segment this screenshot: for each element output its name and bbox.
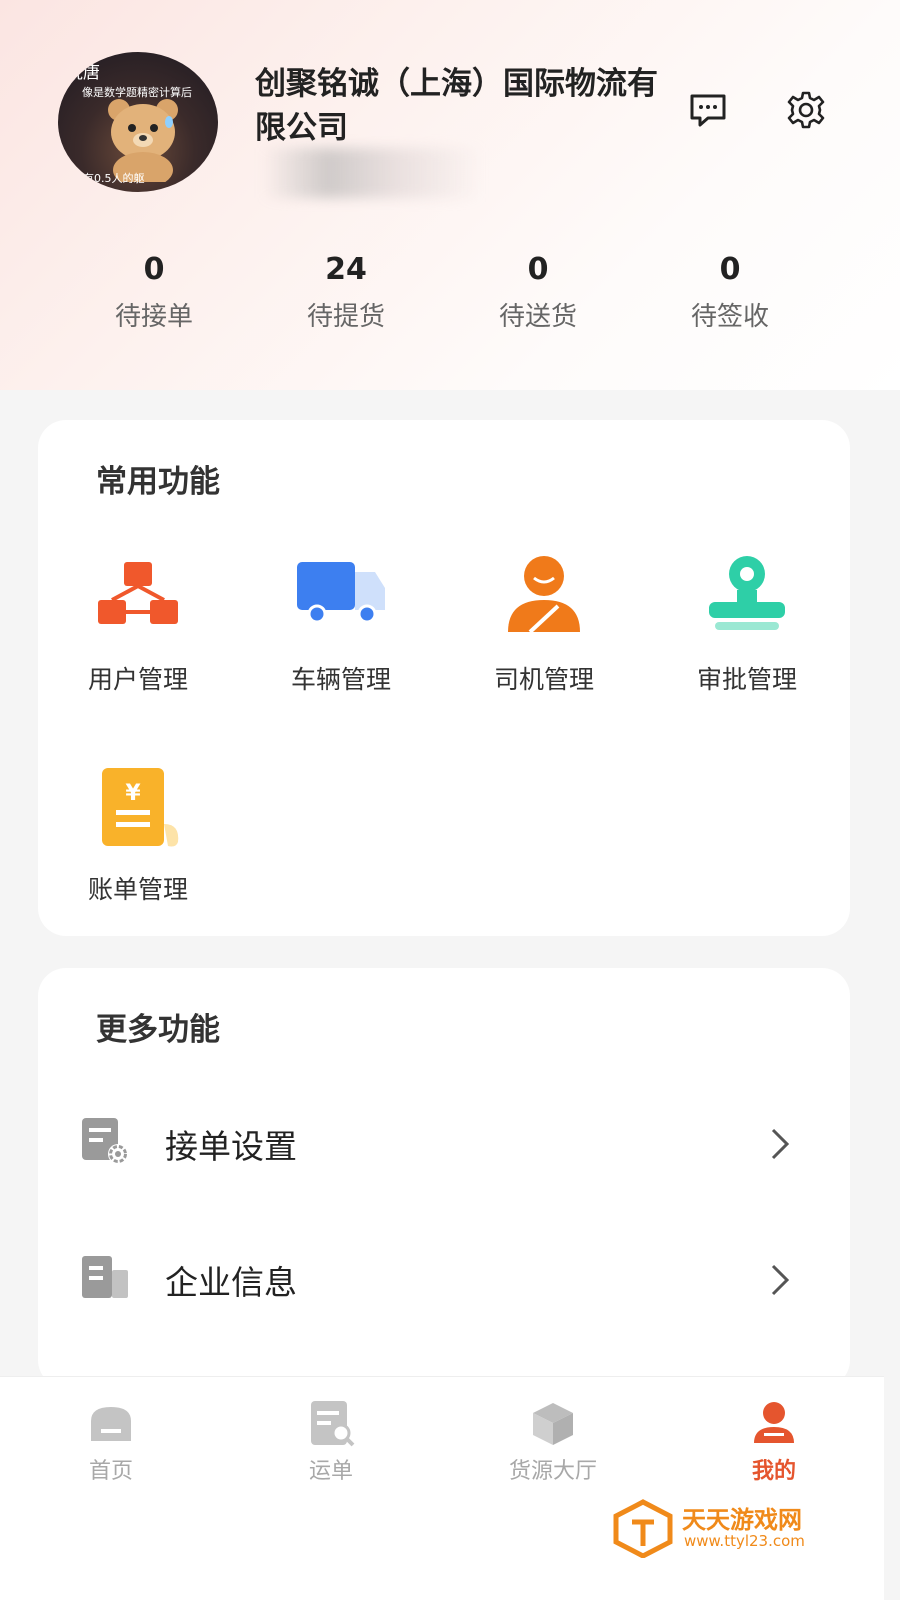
stat-pending-accept[interactable]: 0 待接单	[84, 250, 224, 333]
tab-label: 运单	[308, 1459, 353, 1484]
blurred-account-info	[262, 148, 482, 198]
stat-label: 待接单	[114, 302, 193, 332]
message-icon[interactable]	[688, 90, 728, 130]
watermark-name: 天天游戏网	[682, 1506, 802, 1534]
stat-pending-sign[interactable]: 0 待签收	[660, 250, 800, 333]
watermark-logo-icon	[613, 1499, 673, 1558]
avatar-caption-bottom: 只有0.5人的躯	[72, 172, 145, 185]
stat-label: 待签收	[690, 302, 769, 332]
chevron-right-icon	[765, 1126, 795, 1162]
svg-text:¥: ¥	[125, 781, 141, 806]
func-approval-management[interactable]: 审批管理	[662, 554, 832, 696]
settings-icon[interactable]	[786, 90, 826, 130]
tab-label: 我的	[751, 1459, 796, 1484]
avatar[interactable]: 荒唐 像是数学题精密计算后 只有0.5人的躯	[58, 52, 218, 192]
row-label: 企业信息	[165, 1263, 297, 1302]
func-label: 司机管理	[493, 665, 594, 694]
cargo-box-icon	[529, 1399, 577, 1447]
watermark-url: www.ttyl23.com	[684, 1532, 805, 1550]
func-user-management[interactable]: 用户管理	[53, 554, 223, 696]
section-title: 常用功能	[96, 464, 220, 500]
tab-label: 首页	[88, 1459, 133, 1484]
org-chart-icon	[88, 554, 188, 644]
order-stats: 0 待接单 24 待提货 0 待送货 0 待签收	[0, 250, 900, 340]
truck-icon	[291, 554, 391, 644]
stat-label: 待送货	[498, 302, 577, 332]
home-icon	[87, 1399, 135, 1447]
section-title: 更多功能	[96, 1012, 220, 1048]
bear-avatar-image	[108, 99, 178, 182]
func-bill-management[interactable]: ¥ 账单管理	[53, 764, 223, 906]
row-label: 接单设置	[165, 1127, 297, 1166]
bottom-tab-bar: 首页 运单 货源大厅 我的	[0, 1376, 884, 1600]
stat-pending-delivery[interactable]: 0 待送货	[468, 250, 608, 333]
func-label: 账单管理	[87, 875, 188, 904]
func-driver-management[interactable]: 司机管理	[459, 554, 629, 696]
avatar-caption-top: 荒唐	[66, 63, 100, 83]
tab-label: 货源大厅	[508, 1459, 597, 1484]
more-functions-card: 更多功能 接单设置 企业信息	[38, 968, 850, 1388]
stat-label: 待提货	[306, 302, 385, 332]
stat-value: 0	[719, 252, 741, 287]
row-order-settings[interactable]: 接单设置	[38, 1082, 850, 1202]
site-watermark: 天天游戏网 www.ttyl23.com	[612, 1498, 852, 1558]
func-label: 用户管理	[87, 665, 188, 694]
company-name: 创聚铭诚（上海）国际物流有限公司	[255, 66, 658, 146]
building-icon	[80, 1252, 130, 1302]
chevron-right-icon	[765, 1262, 795, 1298]
stamp-icon	[697, 554, 797, 644]
order-settings-icon	[80, 1116, 130, 1166]
driver-icon	[494, 554, 594, 644]
profile-header: 荒唐 像是数学题精密计算后 只有0.5人的躯 创聚铭诚（上海）国际物流有限公司 …	[0, 0, 900, 390]
stat-pending-pickup[interactable]: 24 待提货	[276, 250, 416, 333]
tab-mine[interactable]: 我的	[714, 1399, 834, 1485]
func-label: 审批管理	[696, 665, 797, 694]
stat-value: 0	[143, 252, 165, 287]
func-label: 车辆管理	[290, 665, 391, 694]
stat-value: 24	[325, 252, 367, 287]
waybill-search-icon	[307, 1399, 355, 1447]
common-functions-card: 常用功能 用户管理 车辆管理 司机管理 审批管理 ¥ 账单管理	[38, 420, 850, 936]
bill-icon: ¥	[88, 764, 188, 854]
tab-home[interactable]: 首页	[51, 1399, 171, 1485]
stat-value: 0	[527, 252, 549, 287]
avatar-caption-mid: 像是数学题精密计算后	[82, 86, 192, 99]
row-company-info[interactable]: 企业信息	[38, 1218, 850, 1338]
tab-waybill[interactable]: 运单	[271, 1399, 391, 1485]
person-icon	[750, 1399, 798, 1447]
tab-cargo-hall[interactable]: 货源大厅	[493, 1399, 613, 1485]
func-vehicle-management[interactable]: 车辆管理	[256, 554, 426, 696]
